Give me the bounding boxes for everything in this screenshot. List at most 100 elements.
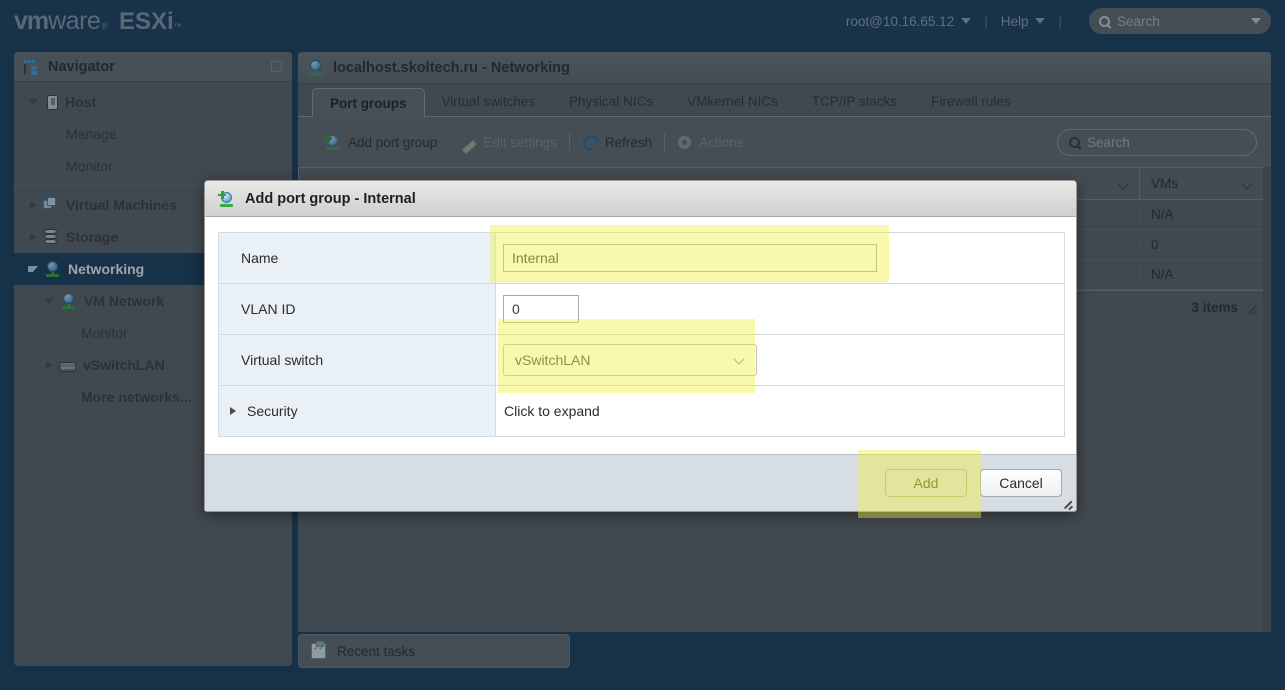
add-button[interactable]: Add	[885, 469, 967, 497]
chevron-down-icon	[1035, 18, 1046, 24]
network-icon	[308, 59, 324, 76]
edit-settings-label: Edit settings	[483, 134, 557, 150]
tab-physical-nics[interactable]: Physical NICs	[552, 87, 670, 116]
collapse-navigator-button[interactable]	[271, 61, 282, 72]
table-column-vms[interactable]: VMs	[1139, 167, 1263, 200]
form-row-virtual-switch: Virtual switch vSwitchLAN	[219, 335, 1064, 386]
table-vertical-scrollbar[interactable]	[1263, 167, 1271, 632]
logo-product-name: ESXi	[118, 7, 174, 35]
chevron-right-icon[interactable]	[46, 361, 52, 369]
recent-tasks-label: Recent tasks	[337, 643, 416, 659]
vlan-id-label: VLAN ID	[219, 284, 496, 334]
global-search-input[interactable]: Search	[1089, 8, 1271, 34]
header-separator-2: |	[1058, 13, 1062, 29]
virtual-machines-icon	[43, 197, 59, 213]
network-icon	[45, 261, 61, 277]
add-port-group-icon	[218, 190, 235, 207]
add-port-group-label: Add port group	[348, 134, 438, 150]
security-label: Security	[247, 403, 298, 419]
sidebar-item-label: VM Network	[84, 293, 165, 309]
tab-label: TCP/IP stacks	[811, 94, 898, 109]
sidebar-item-host-manage[interactable]: Manage	[14, 118, 292, 150]
virtual-switch-icon	[59, 361, 76, 372]
user-menu[interactable]: root@10.16.65.12	[845, 13, 972, 29]
help-menu-label: Help	[1000, 13, 1029, 29]
sidebar-item-label: Monitor	[81, 325, 128, 341]
chevron-down-icon[interactable]	[44, 298, 54, 304]
cancel-button[interactable]: Cancel	[980, 469, 1062, 497]
chevron-down-icon[interactable]	[1251, 18, 1261, 24]
top-header-bar: vm ware ® ESXi ™ root@10.16.65.12 | Help | …	[0, 0, 1285, 42]
content-tabs: Port groups Virtual switches Physical NI…	[298, 84, 1271, 117]
refresh-label: Refresh	[604, 134, 653, 150]
add-port-group-icon	[324, 134, 341, 150]
dialog-resize-grip-icon[interactable]	[1062, 497, 1073, 508]
chevron-down-icon[interactable]	[1243, 179, 1252, 188]
tab-firewall-rules[interactable]: Firewall rules	[914, 87, 1028, 116]
resize-grip-icon[interactable]	[1246, 302, 1257, 313]
actions-button[interactable]: Actions	[665, 135, 755, 150]
pencil-icon	[461, 135, 476, 150]
logo-trademark-mark: ™	[173, 21, 182, 31]
sidebar-item-label: Virtual Machines	[66, 197, 178, 213]
vlan-id-input[interactable]	[503, 295, 579, 323]
header-right-controls: root@10.16.65.12 | Help | Search	[846, 8, 1271, 34]
vmware-esxi-logo: vm ware ® ESXi ™	[14, 7, 182, 36]
tab-virtual-switches[interactable]: Virtual switches	[425, 87, 553, 116]
tab-tcpip-stacks[interactable]: TCP/IP stacks	[795, 87, 914, 116]
global-search-placeholder: Search	[1117, 13, 1160, 29]
virtual-switch-label: Virtual switch	[219, 335, 496, 385]
tab-port-groups[interactable]: Port groups	[312, 88, 425, 117]
sidebar-item-label: Host	[65, 94, 97, 110]
recent-tasks-bar[interactable]: Recent tasks	[298, 634, 570, 668]
refresh-button[interactable]: Refresh	[570, 134, 664, 150]
search-icon	[1069, 136, 1080, 148]
add-port-group-button[interactable]: Add port group	[312, 134, 449, 150]
tab-label: Virtual switches	[441, 94, 536, 109]
actions-label: Actions	[699, 134, 744, 150]
dialog-title-bar[interactable]: Add port group - Internal	[205, 181, 1076, 217]
add-port-group-dialog: Add port group - Internal Name VLAN ID	[204, 180, 1077, 512]
user-menu-label: root@10.16.65.12	[845, 13, 955, 29]
navigator-header: Navigator	[14, 52, 292, 82]
table-column-label: VMs	[1151, 176, 1178, 191]
form-row-name: Name	[219, 233, 1064, 284]
tab-label: Physical NICs	[569, 94, 654, 109]
storage-icon	[43, 229, 59, 245]
tab-vmkernel-nics[interactable]: VMkernel NICs	[670, 87, 795, 116]
table-item-count: 3 items	[1191, 300, 1238, 315]
security-expand-text: Click to expand	[504, 403, 600, 419]
tab-label: VMkernel NICs	[687, 94, 778, 109]
security-label-cell[interactable]: Security	[219, 386, 496, 436]
security-expand-hint[interactable]: Click to expand	[496, 386, 1064, 436]
chevron-down-icon	[961, 18, 972, 24]
form-row-security[interactable]: Security Click to expand	[219, 386, 1064, 436]
chevron-down-icon[interactable]	[28, 99, 38, 105]
chevron-down-icon[interactable]	[1119, 179, 1128, 188]
virtual-switch-select[interactable]: vSwitchLAN	[503, 344, 757, 376]
dialog-body: Name VLAN ID Virtual switch vSwitc	[205, 217, 1076, 437]
chevron-down-icon	[734, 355, 745, 366]
chevron-right-icon[interactable]	[30, 233, 36, 241]
edit-settings-button[interactable]: Edit settings	[449, 135, 569, 150]
name-input[interactable]	[503, 244, 877, 272]
recent-tasks-icon	[311, 641, 326, 659]
chevron-down-icon[interactable]	[28, 266, 38, 272]
tab-label: Port groups	[330, 95, 407, 111]
network-icon	[61, 293, 77, 309]
chevron-right-icon[interactable]	[230, 407, 236, 415]
sidebar-item-label: vSwitchLAN	[83, 357, 165, 373]
name-label: Name	[219, 233, 496, 283]
sidebar-item-host[interactable]: Host	[14, 86, 292, 118]
sidebar-item-label: Manage	[66, 126, 117, 142]
table-cell-vms: 0	[1139, 237, 1263, 252]
header-separator-1: |	[984, 13, 988, 29]
esxi-host-client: vm ware ® ESXi ™ root@10.16.65.12 | Help | …	[0, 0, 1285, 690]
help-menu[interactable]: Help	[1001, 14, 1046, 29]
chevron-right-icon[interactable]	[30, 201, 36, 209]
sidebar-item-label: Networking	[68, 261, 145, 277]
table-search-input[interactable]: Search	[1057, 128, 1257, 156]
port-group-form: Name VLAN ID Virtual switch vSwitc	[218, 232, 1065, 437]
sidebar-item-host-monitor[interactable]: Monitor	[14, 150, 292, 182]
virtual-switch-value-cell: vSwitchLAN	[496, 335, 1064, 385]
